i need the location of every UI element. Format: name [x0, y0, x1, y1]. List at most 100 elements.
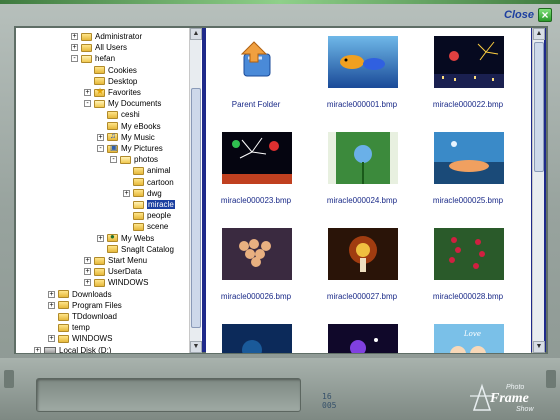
folder-icon — [94, 256, 105, 265]
tree-item[interactable]: ceshi — [97, 109, 140, 120]
thumbnail-item[interactable]: miracle000026.bmp — [206, 220, 306, 316]
parent-folder-item[interactable]: Parent Folder — [206, 28, 306, 124]
thumbnail-item[interactable]: Love — [418, 316, 518, 353]
folder-open-icon — [120, 155, 131, 164]
scroll-thumb[interactable] — [191, 88, 201, 328]
folder-icon — [58, 301, 69, 310]
tree-item[interactable]: + Administrator — [71, 31, 142, 42]
thumbnail-scrollbar[interactable]: ▲ ▼ — [532, 28, 545, 353]
tree-item-label: TDdownload — [72, 312, 117, 321]
tree-item[interactable]: + Program Files — [48, 300, 122, 311]
folder-open-icon — [133, 200, 144, 209]
expand-icon[interactable]: + — [48, 290, 55, 298]
expand-icon[interactable]: + — [84, 268, 91, 276]
thumbnail-item[interactable]: miracle000022.bmp — [418, 28, 518, 124]
scroll-up-icon[interactable]: ▲ — [533, 28, 545, 40]
collapse-icon[interactable]: - — [110, 156, 117, 164]
thumbnail-item[interactable] — [312, 316, 412, 353]
thumbnail-image — [328, 324, 398, 353]
close-label[interactable]: Close — [504, 9, 534, 21]
tree-item[interactable]: + Local Disk (D:) — [34, 345, 111, 353]
tree-item[interactable]: + My Music — [97, 131, 155, 143]
expand-icon[interactable]: + — [71, 33, 78, 40]
tree-item[interactable]: temp — [48, 322, 90, 333]
status-panel — [36, 378, 301, 412]
thumbnail-item[interactable]: miracle000025.bmp — [418, 124, 518, 220]
tree-item-label: Cookies — [108, 65, 137, 75]
expand-icon[interactable]: + — [97, 133, 104, 141]
tree-item[interactable]: Cookies — [84, 65, 137, 76]
tree-item[interactable]: SnagIt Catalog — [97, 244, 174, 255]
tree-item[interactable]: TDdownload — [48, 311, 117, 322]
tree-scrollbar[interactable]: ▲ ▼ — [189, 28, 202, 353]
folder-icon — [133, 222, 144, 231]
tree-item-label: photos — [134, 155, 159, 165]
tree-item-label: hefan — [95, 54, 116, 64]
tree-item-label: Program Files — [72, 300, 122, 310]
scroll-down-icon[interactable]: ▼ — [190, 341, 202, 353]
tree-item[interactable]: + WINDOWS — [84, 277, 148, 288]
tree-item[interactable]: cartoon — [123, 177, 174, 188]
expand-icon[interactable]: + — [84, 257, 91, 264]
tree-item[interactable]: + Downloads — [48, 289, 112, 300]
thumbnail-label: miracle000023.bmp — [220, 196, 292, 205]
tree-item[interactable]: miracle — [123, 199, 175, 210]
expand-icon[interactable]: + — [34, 346, 41, 353]
close-icon[interactable]: × — [538, 8, 552, 22]
thumbnail-label: miracle000027.bmp — [326, 292, 398, 301]
tree-item[interactable]: My eBooks — [97, 121, 161, 132]
thumbnail-item[interactable]: miracle000001.bmp — [312, 28, 412, 124]
tree-item[interactable]: - My Documents — [84, 98, 161, 109]
tree-item[interactable]: + Favorites — [84, 86, 141, 98]
scroll-thumb[interactable] — [534, 42, 544, 172]
thumbnail-pane: Parent Folder miracle000001.bmp miracle000… — [206, 28, 531, 353]
tree-item[interactable]: - photos — [110, 154, 158, 165]
scroll-up-icon[interactable]: ▲ — [190, 28, 202, 40]
thumbnail-item[interactable]: miracle000028.bmp — [418, 220, 518, 316]
tree-item[interactable]: + WINDOWS — [48, 333, 112, 344]
thumbnail-item[interactable]: miracle000023.bmp — [206, 124, 306, 220]
tree-item[interactable]: + My Webs — [97, 232, 154, 244]
collapse-icon[interactable]: - — [97, 145, 104, 152]
tree-item[interactable]: - My Pictures — [97, 143, 163, 154]
thumbnail-image — [328, 228, 398, 280]
tree-item[interactable]: people — [123, 210, 171, 221]
thumbnail-image — [328, 36, 398, 88]
tree-item[interactable]: + Start Menu — [84, 255, 147, 266]
expand-icon[interactable]: + — [123, 189, 130, 197]
expand-icon[interactable]: + — [71, 44, 78, 52]
expand-icon[interactable]: + — [48, 335, 55, 343]
thumbnail-label: miracle000024.bmp — [326, 196, 398, 205]
thumbnail-item[interactable]: miracle000024.bmp — [312, 124, 412, 220]
expand-icon[interactable]: + — [84, 89, 91, 96]
tree-item-label: My Pictures — [121, 144, 163, 153]
thumbnail-item[interactable] — [206, 316, 306, 353]
tree-item[interactable]: + dwg — [123, 188, 162, 199]
scroll-down-icon[interactable]: ▼ — [533, 341, 545, 353]
svg-text:Love: Love — [463, 330, 481, 338]
tree-item-label: temp — [72, 323, 90, 333]
tree-item-label: UserData — [108, 267, 142, 277]
tree-item[interactable]: Desktop — [84, 76, 137, 87]
collapse-icon[interactable]: - — [84, 100, 91, 108]
folder-icon — [58, 323, 69, 332]
expand-icon[interactable]: + — [84, 279, 91, 287]
collapse-icon[interactable]: - — [71, 55, 78, 63]
folder-tree[interactable]: + Administrator + All Users - hefan Cookies Des… — [16, 28, 202, 353]
tree-item-label: My Documents — [108, 99, 162, 109]
tree-item[interactable]: + UserData — [84, 266, 142, 277]
thumbnail-item[interactable]: miracle000027.bmp — [312, 220, 412, 316]
expand-icon[interactable]: + — [48, 301, 55, 309]
tree-item[interactable]: animal — [123, 165, 171, 176]
tree-item[interactable]: - hefan — [71, 53, 115, 64]
folder-icon — [133, 189, 144, 198]
tree-item[interactable]: + All Users — [71, 42, 127, 53]
expand-icon[interactable]: + — [97, 234, 104, 242]
thumbnail-label: miracle000025.bmp — [432, 196, 504, 205]
tree-item[interactable]: scene — [123, 221, 168, 232]
music-folder-icon — [107, 131, 118, 142]
